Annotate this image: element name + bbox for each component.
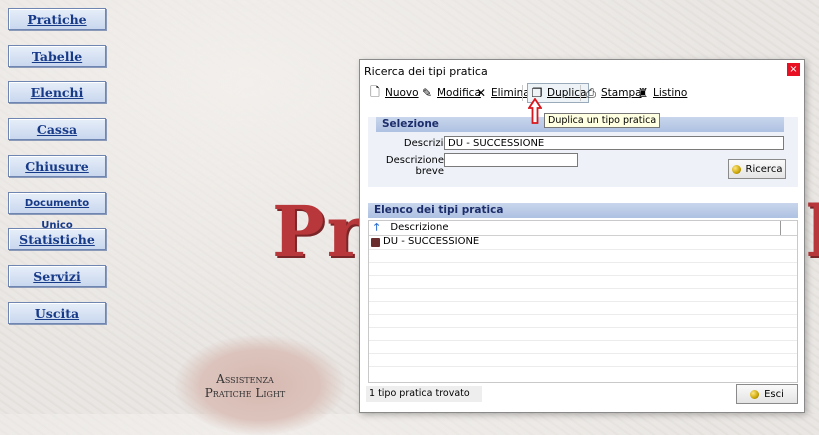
menu-tabelle-button[interactable]: Tabelle	[8, 45, 106, 67]
price-list-icon: ♜	[637, 86, 649, 100]
column-divider	[780, 221, 781, 235]
descrizione-input[interactable]: DU - SUCCESSIONE	[444, 136, 784, 150]
result-count-status: 1 tipo pratica trovato	[366, 386, 482, 402]
row-divider	[369, 327, 797, 328]
nuovo-button[interactable]: 🗋 Nuovo	[368, 84, 419, 102]
row-divider	[369, 301, 797, 302]
menu-pratiche-button[interactable]: Pratiche	[8, 8, 106, 30]
row-divider	[369, 249, 797, 250]
menu-documento-unico-button[interactable]: Documento Unico	[8, 192, 106, 231]
listino-label: Listino	[653, 87, 688, 99]
row-divider	[369, 353, 797, 354]
menu-servizi-button[interactable]: Servizi	[8, 265, 106, 287]
ricerca-button[interactable]: Ricerca	[728, 159, 786, 179]
table-row[interactable]: DU - SUCCESSIONE	[371, 236, 479, 248]
stampa-button[interactable]: ⎙ Stampa	[584, 84, 641, 102]
row-descrizione: DU - SUCCESSIONE	[383, 236, 480, 247]
toolbar-separator	[580, 85, 581, 101]
app-logo-text-right: h	[806, 190, 819, 273]
assist-line-2: Pratiche Light	[204, 386, 286, 400]
modifica-button[interactable]: ✎ Modifica	[420, 84, 481, 102]
nuovo-label: Nuovo	[385, 87, 419, 99]
search-bullet-icon	[731, 164, 741, 174]
esci-label: Esci	[764, 388, 784, 400]
toolbar-separator	[522, 85, 523, 101]
close-button[interactable]: ×	[787, 63, 800, 76]
row-divider	[369, 288, 797, 289]
pencil-icon: ✎	[421, 86, 433, 100]
row-divider	[369, 314, 797, 315]
ricerca-label: Ricerca	[745, 163, 783, 175]
dialog-title: Ricerca dei tipi pratica	[364, 65, 488, 78]
new-document-icon: 🗋	[370, 84, 380, 99]
assist-line-1: Assistenza	[216, 372, 274, 386]
elenco-header: Elenco dei tipi pratica	[368, 203, 798, 218]
app-logo-text-left: Pr	[272, 190, 366, 273]
elimina-label: Elimina	[491, 87, 530, 99]
listino-button[interactable]: ♜ Listino	[636, 84, 688, 102]
printer-icon: ⎙	[586, 85, 596, 100]
row-divider	[369, 366, 797, 367]
row-divider	[369, 262, 797, 263]
menu-statistiche-button[interactable]: Statistiche	[8, 228, 106, 250]
list-column-header[interactable]: 🡑 Descrizione	[369, 221, 797, 236]
red-arrow-annotation-icon	[528, 98, 542, 124]
descrizione-breve-label: Descrizione breve	[385, 155, 444, 177]
duplica-tooltip: Duplica un tipo pratica	[544, 113, 661, 128]
assistenza-label: Assistenza Pratiche Light	[190, 372, 300, 400]
dialog-titlebar: Ricerca dei tipi pratica ×	[360, 60, 804, 82]
book-icon	[371, 237, 380, 247]
sort-up-arrow-icon: 🡑	[374, 222, 380, 233]
menu-chiusure-button[interactable]: Chiusure	[8, 155, 106, 177]
row-divider	[369, 340, 797, 341]
esci-button[interactable]: Esci	[736, 384, 798, 404]
menu-cassa-button[interactable]: Cassa	[8, 118, 106, 140]
descrizione-breve-input[interactable]	[444, 153, 578, 167]
menu-uscita-button[interactable]: Uscita	[8, 302, 106, 324]
row-divider	[369, 275, 797, 276]
menu-elenchi-button[interactable]: Elenchi	[8, 81, 106, 103]
tipi-pratica-list: 🡑 Descrizione DU - SUCCESSIONE	[368, 220, 798, 383]
exit-bullet-icon	[750, 389, 760, 399]
column-descrizione: Descrizione	[390, 222, 449, 233]
delete-x-icon: ✕	[475, 86, 487, 100]
dialog-toolbar: 🗋 Nuovo ✎ Modifica ✕ Elimina ❐ Duplica ⎙…	[362, 83, 802, 103]
